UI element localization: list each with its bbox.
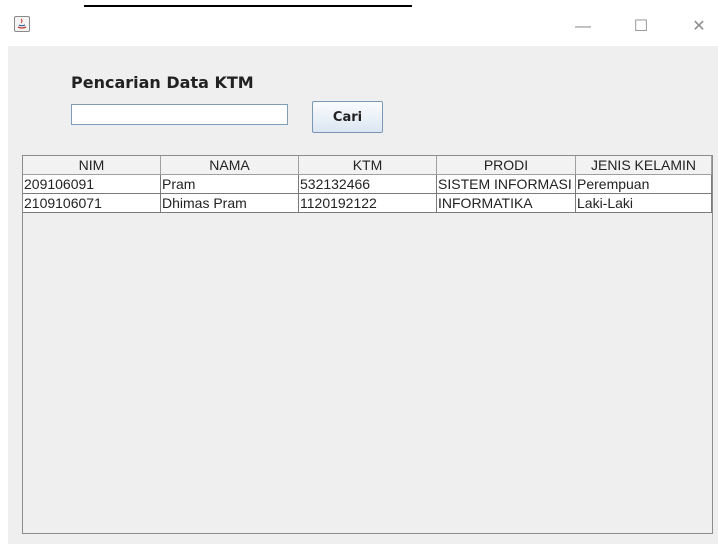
cell-prodi[interactable]: SISTEM INFORMASI xyxy=(437,175,576,194)
cell-prodi[interactable]: INFORMATIKA xyxy=(437,194,576,213)
java-icon xyxy=(14,16,30,32)
table-row[interactable]: 209106091 Pram 532132466 SISTEM INFORMAS… xyxy=(23,175,712,194)
data-table[interactable]: NIM NAMA KTM PRODI JENIS KELAMIN 2091060… xyxy=(22,155,713,534)
page-title: Pencarian Data KTM xyxy=(71,73,254,92)
close-button[interactable]: ✕ xyxy=(684,14,714,40)
cell-ktm[interactable]: 1120192122 xyxy=(299,194,437,213)
maximize-icon: ☐ xyxy=(633,18,649,35)
cell-nim[interactable]: 2109106071 xyxy=(23,194,161,213)
minimize-icon: — xyxy=(575,18,591,35)
maximize-button[interactable]: ☐ xyxy=(626,14,656,40)
table-header-row: NIM NAMA KTM PRODI JENIS KELAMIN xyxy=(23,156,712,175)
cell-nama[interactable]: Pram xyxy=(161,175,299,194)
search-input[interactable] xyxy=(71,104,288,125)
title-bar: — ☐ ✕ xyxy=(0,8,718,46)
cari-button[interactable]: Cari xyxy=(312,101,383,133)
column-header-nim[interactable]: NIM xyxy=(23,156,161,175)
table-body: 209106091 Pram 532132466 SISTEM INFORMAS… xyxy=(23,175,712,213)
cell-jenis-kelamin[interactable]: Perempuan xyxy=(576,175,712,194)
table-row[interactable]: 2109106071 Dhimas Pram 1120192122 INFORM… xyxy=(23,194,712,213)
column-header-prodi[interactable]: PRODI xyxy=(437,156,576,175)
column-header-ktm[interactable]: KTM xyxy=(299,156,437,175)
close-icon: ✕ xyxy=(692,18,706,35)
cell-ktm[interactable]: 532132466 xyxy=(299,175,437,194)
window-content: Pencarian Data KTM Cari NIM NAMA KTM PRO… xyxy=(8,46,718,544)
column-header-nama[interactable]: NAMA xyxy=(161,156,299,175)
top-divider-line xyxy=(84,5,412,7)
column-header-jenis-kelamin[interactable]: JENIS KELAMIN xyxy=(576,156,712,175)
cell-nama[interactable]: Dhimas Pram xyxy=(161,194,299,213)
cell-jenis-kelamin[interactable]: Laki-Laki xyxy=(576,194,712,213)
minimize-button[interactable]: — xyxy=(568,14,598,40)
cell-nim[interactable]: 209106091 xyxy=(23,175,161,194)
